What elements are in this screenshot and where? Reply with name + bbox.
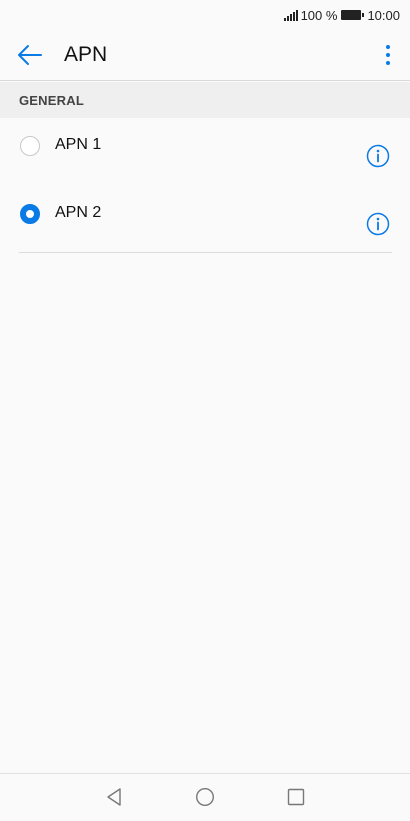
- clock: 10:00: [367, 7, 400, 23]
- status-bar: 100 % 10:00: [0, 0, 410, 30]
- signal-icon: [283, 9, 298, 21]
- apn-list-item-2[interactable]: APN 2: [0, 190, 410, 254]
- back-button[interactable]: [16, 42, 44, 68]
- app-bar: APN: [0, 30, 410, 81]
- more-vertical-icon: [386, 45, 390, 49]
- info-icon[interactable]: [366, 144, 390, 168]
- page-title: APN: [64, 43, 108, 66]
- apn-2-label: APN 2: [55, 204, 102, 221]
- nav-home-button[interactable]: [194, 786, 216, 808]
- back-triangle-icon: [107, 788, 121, 806]
- apn-1-radio[interactable]: [20, 136, 40, 156]
- recents-square-icon: [287, 788, 305, 806]
- apn-1-label: APN 1: [55, 136, 102, 153]
- home-circle-icon: [195, 787, 215, 807]
- apn-list-item-1[interactable]: APN 1: [0, 122, 410, 186]
- navigation-bar: [0, 773, 410, 821]
- battery-percent: 100 %: [300, 7, 338, 23]
- apn-2-radio[interactable]: [20, 204, 40, 224]
- more-options-button[interactable]: [380, 40, 396, 70]
- battery-icon: [341, 10, 365, 20]
- nav-back-button[interactable]: [103, 786, 125, 808]
- info-icon[interactable]: [366, 212, 390, 236]
- nav-recents-button[interactable]: [285, 786, 307, 808]
- arrow-left-icon: [18, 45, 42, 65]
- section-header-general: GENERAL: [0, 82, 410, 118]
- list-divider: [19, 252, 392, 253]
